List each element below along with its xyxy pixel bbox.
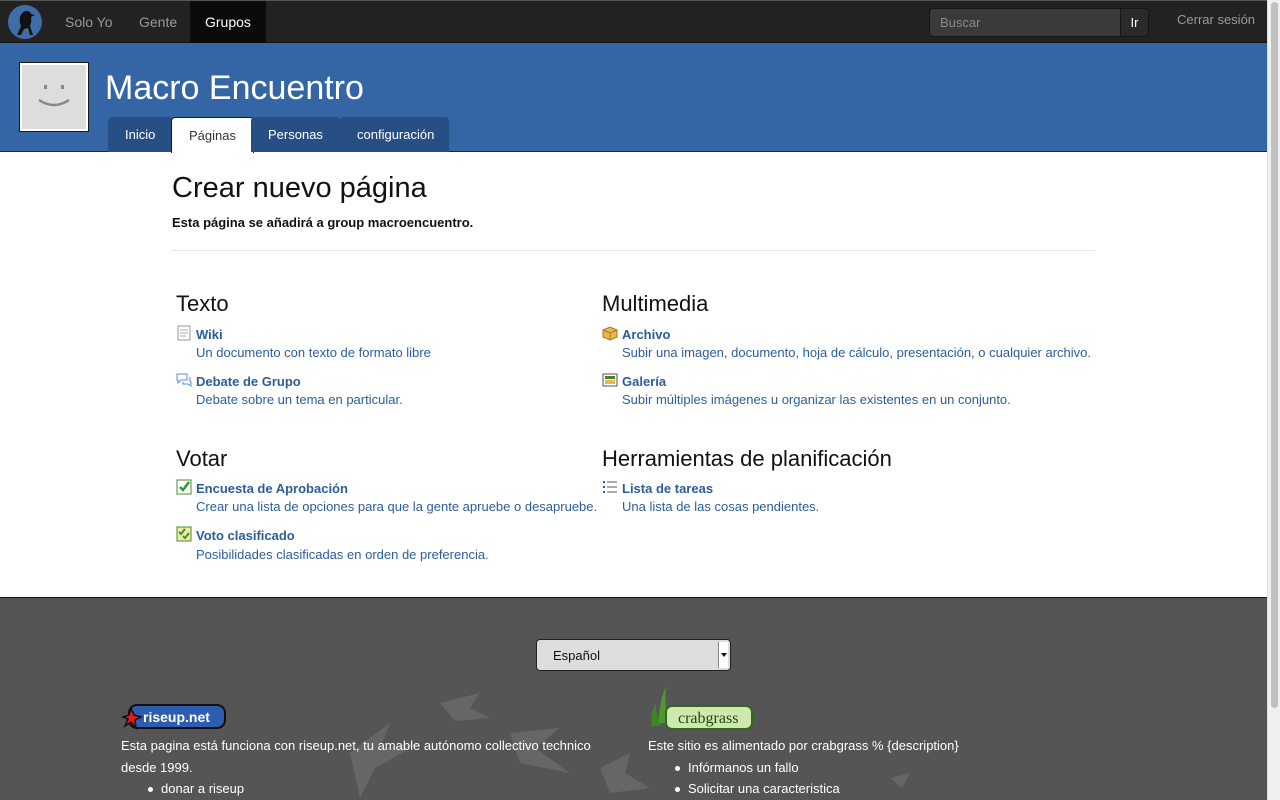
- checkbox-icon: [176, 479, 192, 495]
- task-list-icon: [603, 481, 617, 493]
- vertical-scrollbar[interactable]: [1267, 0, 1280, 800]
- ranked-vote-icon: [176, 526, 192, 542]
- voto-clasificado-link[interactable]: Voto clasificado: [196, 528, 295, 543]
- donate-riseup-link[interactable]: donar a riseup: [147, 781, 244, 796]
- galeria-description[interactable]: Subir múltiples imágenes u organizar las…: [622, 392, 1011, 407]
- riseup-link[interactable]: riseup.net: [299, 738, 356, 753]
- crabgrass-logo[interactable]: crabgrass: [648, 684, 754, 731]
- scrollbar-thumb[interactable]: [1271, 2, 1278, 708]
- search-input[interactable]: [929, 8, 1121, 37]
- top-navbar: Solo Yo Gente Grupos Ir Cerrar sesión: [0, 0, 1267, 43]
- tab-personas[interactable]: Personas: [251, 117, 340, 152]
- section-title-votar: Votar: [176, 446, 228, 471]
- archivo-description[interactable]: Subir una imagen, documento, hoja de cál…: [622, 345, 1091, 360]
- group-avatar: [19, 62, 89, 132]
- tab-configuracion[interactable]: configuración: [340, 117, 449, 152]
- archivo-link[interactable]: Archivo: [622, 327, 670, 342]
- discussion-icon: [176, 373, 192, 387]
- logout-link[interactable]: Cerrar sesión: [1177, 12, 1255, 27]
- section-title-planificacion: Herramientas de planificación: [602, 446, 892, 471]
- search-button[interactable]: Ir: [1120, 8, 1149, 37]
- nav-solo-yo[interactable]: Solo Yo: [50, 1, 128, 43]
- crow-logo-icon[interactable]: [8, 5, 42, 39]
- voto-description[interactable]: Posibilidades clasificadas en orden de p…: [196, 547, 489, 562]
- riseup-logo-text: riseup.net: [143, 709, 210, 725]
- lista-description[interactable]: Una lista de las cosas pendientes.: [622, 499, 819, 514]
- riseup-description: Esta pagina está funciona con riseup.net…: [121, 738, 591, 775]
- group-title: Macro Encuentro: [105, 69, 364, 107]
- crabgrass-description: Este sitio es alimentado por crabgrass %…: [648, 738, 959, 753]
- page-heading: Crear nuevo página: [172, 172, 427, 204]
- nav-grupos[interactable]: Grupos: [190, 1, 266, 43]
- gallery-icon: [602, 373, 618, 387]
- lista-de-tareas-link[interactable]: Lista de tareas: [622, 481, 713, 496]
- riseup-logo[interactable]: riseup.net: [121, 703, 227, 730]
- wiki-description[interactable]: Un documento con texto de formato libre: [196, 345, 431, 360]
- page-subtitle: Esta página se añadirá a group macroencu…: [172, 215, 474, 230]
- divider: [172, 250, 1095, 251]
- group-banner: Macro Encuentro Inicio Páginas Personas …: [0, 43, 1267, 153]
- request-feature-link[interactable]: Solicitar una caracteristica: [675, 781, 840, 796]
- tab-paginas[interactable]: Páginas: [171, 117, 254, 153]
- encuesta-aprobacion-link[interactable]: Encuesta de Aprobación: [196, 481, 348, 496]
- smiley-face-icon: [38, 85, 70, 107]
- nav-gente[interactable]: Gente: [124, 1, 192, 43]
- section-title-texto: Texto: [176, 291, 229, 316]
- wiki-page-icon: [177, 325, 191, 341]
- debate-de-grupo-link[interactable]: Debate de Grupo: [196, 374, 301, 389]
- language-selected: Español: [553, 648, 600, 663]
- report-bug-link[interactable]: Infórmanos un fallo: [675, 760, 799, 775]
- debate-description[interactable]: Debate sobre un tema en particular.: [196, 392, 403, 407]
- encuesta-description[interactable]: Crear una lista de opciones para que la …: [196, 499, 597, 514]
- package-icon: [602, 326, 618, 341]
- section-title-multimedia: Multimedia: [602, 291, 709, 316]
- galeria-link[interactable]: Galería: [622, 374, 666, 389]
- tab-inicio[interactable]: Inicio: [108, 117, 173, 152]
- crabgrass-logo-text: crabgrass: [678, 710, 738, 727]
- chevron-down-icon[interactable]: [718, 642, 728, 668]
- footer: Español riseup.net crabgrass Esta pagina…: [0, 597, 1267, 800]
- crabgrass-link[interactable]: crabgrass: [811, 738, 868, 753]
- wiki-link[interactable]: Wiki: [196, 327, 223, 342]
- language-select[interactable]: Español: [536, 639, 731, 671]
